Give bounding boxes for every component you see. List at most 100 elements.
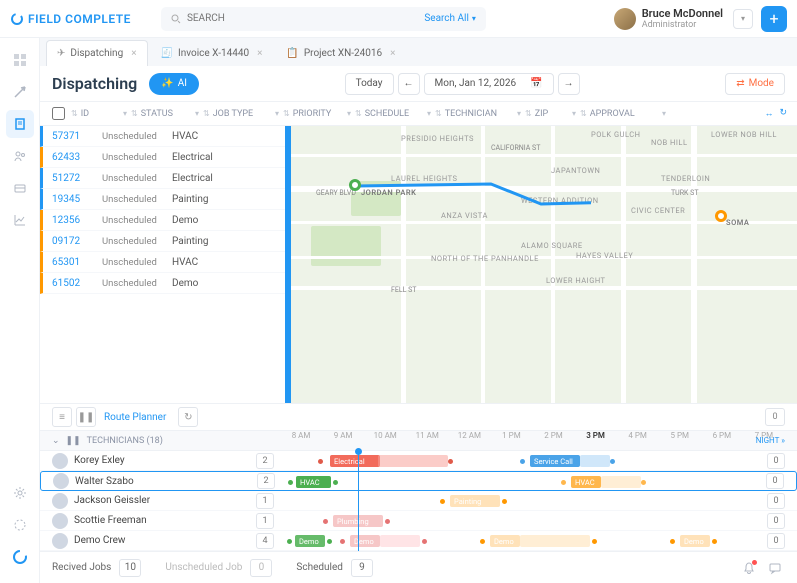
timeline-hour: 10 AM [364,431,406,451]
notification-dot [752,560,757,565]
task-bar[interactable] [520,535,590,547]
task-bar[interactable] [380,535,420,547]
route-planner-bar: ≡ ❚❚ Route Planner ↻ 0 [40,403,797,431]
column-schedule[interactable]: ⇅SCHEDULE▾ [355,109,435,119]
map-panel[interactable]: PRESIDIO HEIGHTS POLK GULCH NOB HILL LOW… [285,126,797,403]
nav-dashboard-icon[interactable] [6,46,34,74]
job-row[interactable]: 57371UnscheduledHVAC [40,126,285,147]
current-time-line [358,451,359,551]
job-row[interactable]: 12356UnscheduledDemo [40,210,285,231]
technician-row[interactable]: Demo Crew4DemoDemoDemoDemo0 [40,531,797,551]
avatar [52,493,68,509]
task-dot [287,539,292,544]
search-scope[interactable]: Search All▾ [424,13,476,24]
task-bar[interactable]: HVAC [571,476,601,488]
task-bar[interactable]: Painting [450,495,500,507]
task-bar[interactable] [378,455,448,467]
column-technician[interactable]: ⇅TECHNICIAN▾ [435,109,525,119]
route-planner-link[interactable]: Route Planner [104,412,166,423]
column-zip[interactable]: ⇅ZIP▾ [525,109,580,119]
user-menu[interactable]: Bruce McDonnel Administrator ▾ + [614,6,787,32]
brand-icon [10,12,24,26]
job-list[interactable]: 57371UnscheduledHVAC62433UnscheduledElec… [40,126,285,403]
task-bar[interactable]: Demo [490,535,520,547]
task-dot [385,519,390,524]
technician-row[interactable]: Walter Szabo2HVACHVAC0 [40,471,797,491]
nav-users-icon[interactable] [6,142,34,170]
job-row[interactable]: 51272UnscheduledElectrical [40,168,285,189]
close-icon[interactable]: × [131,48,136,59]
pause-icon[interactable]: ❚❚ [76,407,96,427]
next-day-button[interactable]: → [558,73,580,95]
user-dropdown[interactable]: ▾ [733,9,753,29]
user-name: Bruce McDonnel [642,7,723,20]
nav-chart-icon[interactable] [6,206,34,234]
technician-row[interactable]: Korey Exley2ElectricalService Call0 [40,451,797,471]
column-approval[interactable]: ⇅APPROVAL▾ [580,109,670,119]
tab-icon: 📋 [286,48,298,59]
ai-button[interactable]: ✨ AI [149,73,199,95]
nav-gear-icon[interactable] [6,479,34,507]
task-bar[interactable]: HVAC [296,476,331,488]
task-dot [448,459,453,464]
night-link[interactable]: NIGHT » [756,436,785,445]
bell-icon[interactable] [739,558,759,578]
prev-day-button[interactable]: ← [398,73,420,95]
technician-row[interactable]: Scottie Freeman1Plumbing0 [40,511,797,531]
task-bar[interactable]: Demo [295,535,325,547]
date-picker[interactable]: Mon, Jan 12, 2026📅 [424,73,554,95]
nav-dispatch-icon[interactable] [6,78,34,106]
task-bar[interactable] [580,455,610,467]
status-footer: Recived Jobs 10 Unscheduled Job 0 Schedu… [40,551,797,583]
task-dot [440,499,445,504]
tab-icon: ✈ [57,48,65,59]
column-id[interactable]: ⇅ID▾ [71,109,131,119]
close-icon[interactable]: × [257,48,262,59]
job-row[interactable]: 09172UnscheduledPainting [40,231,285,252]
tab-dispatching[interactable]: ✈Dispatching× [46,40,148,66]
technician-row[interactable]: Jackson Geissler1Painting0 [40,491,797,511]
nav-document-icon[interactable] [6,110,34,138]
task-dot [288,480,293,485]
job-row[interactable]: 62433UnscheduledElectrical [40,147,285,168]
tab-invoice-x-14440[interactable]: 🧾Invoice X-14440× [150,40,274,66]
expand-icon[interactable]: ↔ [764,108,773,119]
nav-settings-icon[interactable] [6,511,34,539]
add-button[interactable]: + [761,6,787,32]
job-row[interactable]: 19345UnscheduledPainting [40,189,285,210]
side-nav [0,38,40,583]
select-all-checkbox[interactable] [52,107,65,120]
topbar: FIELD COMPLETE Search All▾ Bruce McDonne… [0,0,797,38]
task-bar[interactable]: Electrical [330,455,380,467]
task-bar[interactable] [601,476,641,488]
search-input[interactable] [187,13,424,24]
column-priority[interactable]: ⇅PRIORITY▾ [283,109,355,119]
gantt-chart[interactable]: Korey Exley2ElectricalService Call0Walte… [40,451,797,551]
column-job type[interactable]: ⇅JOB TYPE▾ [203,109,283,119]
tab-project-xn-24016[interactable]: 📋Project XN-24016× [275,40,406,66]
mode-button[interactable]: ⇄ Mode [725,73,785,95]
route-line [291,126,591,276]
list-view-icon[interactable]: ≡ [52,407,72,427]
close-icon[interactable]: × [390,48,395,59]
reload-icon[interactable]: ↻ [779,108,787,119]
task-bar[interactable]: Demo [350,535,380,547]
timeline-hour: 4 PM [617,431,659,451]
task-bar[interactable]: Service Call [530,455,580,467]
nav-sync-icon[interactable] [6,543,34,571]
map-pin-end[interactable] [715,210,727,222]
refresh-icon[interactable]: ↻ [178,407,198,427]
timeline-hour: 8 AM [280,431,322,451]
today-button[interactable]: Today [345,73,394,95]
chat-icon[interactable] [765,558,785,578]
map-pin-start[interactable] [349,179,361,191]
job-row[interactable]: 61502UnscheduledDemo [40,273,285,294]
job-row[interactable]: 65301UnscheduledHVAC [40,252,285,273]
scheduled-jobs-stat: Scheduled 9 [296,559,373,577]
task-bar[interactable]: Demo [680,535,710,547]
column-status[interactable]: ⇅STATUS▾ [131,109,203,119]
row-end-count: 0 [767,453,785,469]
chevron-down-icon[interactable]: ⌄ [52,436,60,446]
nav-card-icon[interactable] [6,174,34,202]
global-search[interactable]: Search All▾ [161,7,486,31]
